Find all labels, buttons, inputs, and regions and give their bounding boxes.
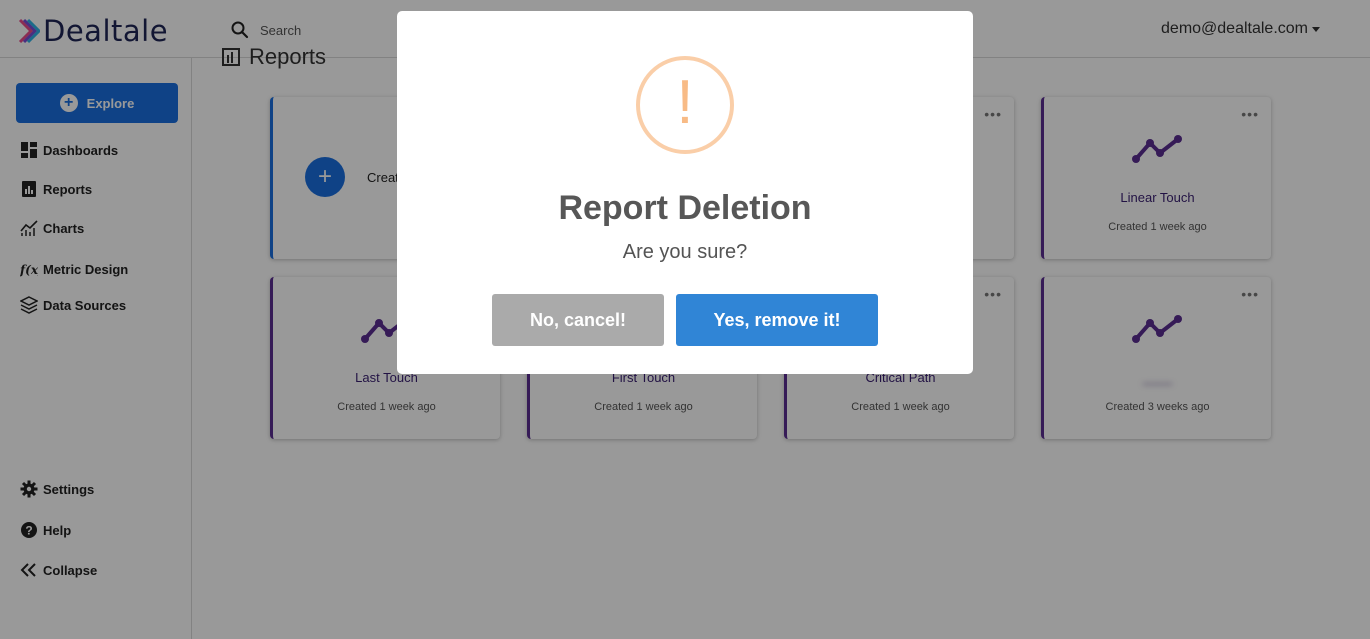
dialog-text: Are you sure? xyxy=(622,241,748,263)
cancel-button[interactable]: No, cancel! xyxy=(492,294,664,346)
warning-mark: ! xyxy=(676,68,694,137)
confirm-dialog: ! Report Deletion Are you sure? No, canc… xyxy=(397,11,973,374)
confirm-remove-button[interactable]: Yes, remove it! xyxy=(676,294,878,346)
dialog-title: Report Deletion xyxy=(558,189,812,227)
warning-icon: ! xyxy=(636,56,734,154)
